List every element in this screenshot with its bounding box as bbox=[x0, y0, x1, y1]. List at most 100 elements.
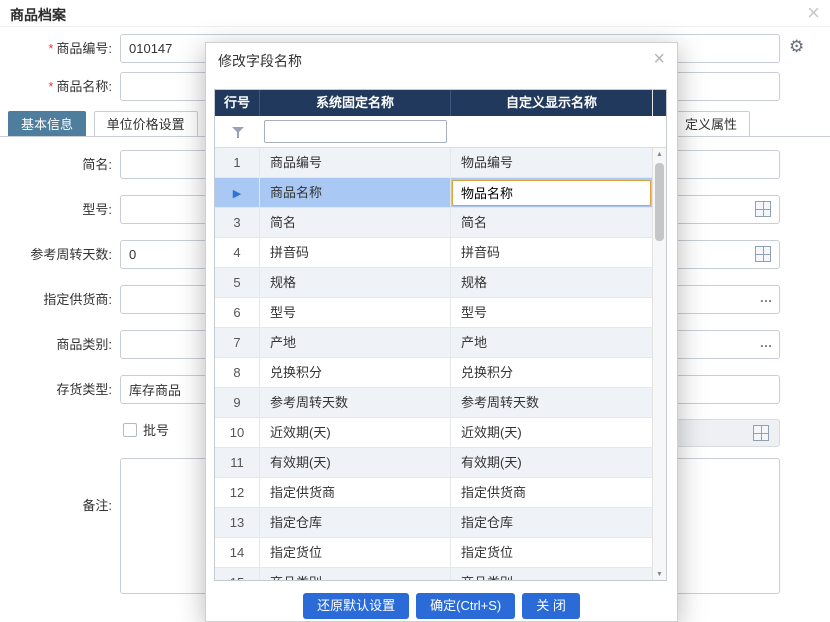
table-row[interactable]: 13指定仓库指定仓库 bbox=[215, 508, 652, 538]
dialog-buttons: 还原默认设置 确定(Ctrl+S) 关 闭 bbox=[206, 593, 677, 619]
dialog-close-icon[interactable]: × bbox=[653, 48, 665, 71]
custom-name-cell[interactable]: 参考周转天数 bbox=[451, 388, 652, 417]
system-name-cell: 规格 bbox=[260, 268, 451, 297]
row-number: 13 bbox=[215, 508, 260, 537]
table-row[interactable]: 15商品类别商品类别 bbox=[215, 568, 652, 581]
system-name-cell: 简名 bbox=[260, 208, 451, 237]
table-scrollbar[interactable]: ▲ ▼ bbox=[652, 148, 666, 581]
table-row[interactable]: 9参考周转天数参考周转天数 bbox=[215, 388, 652, 418]
batch-picker-grid-icon[interactable] bbox=[753, 425, 769, 441]
system-name-cell: 近效期(天) bbox=[260, 418, 451, 447]
system-name-cell: 指定供货商 bbox=[260, 478, 451, 507]
title-divider bbox=[0, 26, 830, 27]
product-name-label: *商品名称: bbox=[0, 72, 112, 101]
row-number: 10 bbox=[215, 418, 260, 447]
row-number: 15 bbox=[215, 568, 260, 581]
system-name-cell: 产地 bbox=[260, 328, 451, 357]
custom-name-cell[interactable]: 产地 bbox=[451, 328, 652, 357]
system-name-cell: 型号 bbox=[260, 298, 451, 327]
row-number: 12 bbox=[215, 478, 260, 507]
custom-name-cell[interactable]: 型号 bbox=[451, 298, 652, 327]
gear-icon[interactable]: ⚙ bbox=[789, 37, 804, 57]
ok-button[interactable]: 确定(Ctrl+S) bbox=[416, 593, 515, 619]
turnover-days-label: 参考周转天数: bbox=[0, 240, 112, 269]
remark-label: 备注: bbox=[0, 491, 112, 520]
custom-name-cell[interactable] bbox=[451, 178, 652, 207]
custom-name-cell[interactable]: 近效期(天) bbox=[451, 418, 652, 447]
custom-name-cell[interactable]: 有效期(天) bbox=[451, 448, 652, 477]
custom-name-cell[interactable]: 指定货位 bbox=[451, 538, 652, 567]
category-ellipsis-icon[interactable]: … bbox=[757, 330, 775, 359]
batch-number-label: 批号 bbox=[143, 416, 169, 445]
system-name-cell: 拼音码 bbox=[260, 238, 451, 267]
short-name-label: 简名: bbox=[0, 150, 112, 179]
scrollbar-thumb[interactable] bbox=[655, 163, 664, 241]
field-table-body: 1商品编号物品编号▶商品名称3简名简名4拼音码拼音码5规格规格6型号型号7产地产… bbox=[215, 148, 652, 581]
row-number: 3 bbox=[215, 208, 260, 237]
row-number: 9 bbox=[215, 388, 260, 417]
row-number: 6 bbox=[215, 298, 260, 327]
custom-name-cell[interactable]: 规格 bbox=[451, 268, 652, 297]
system-name-cell: 有效期(天) bbox=[260, 448, 451, 477]
system-name-cell: 商品类别 bbox=[260, 568, 451, 581]
row-number: 1 bbox=[215, 148, 260, 177]
field-table: 行号 系统固定名称 自定义显示名称 1商品编号物品编号▶商品名称3简名简名4拼音… bbox=[214, 89, 667, 581]
system-name-cell: 商品编号 bbox=[260, 148, 451, 177]
table-row[interactable]: 8兑换积分兑换积分 bbox=[215, 358, 652, 388]
table-row[interactable]: ▶商品名称 bbox=[215, 178, 652, 208]
table-header: 行号 系统固定名称 自定义显示名称 bbox=[215, 90, 666, 116]
system-name-cell: 指定货位 bbox=[260, 538, 451, 567]
current-row-arrow-icon: ▶ bbox=[215, 178, 260, 207]
modify-field-names-dialog: 修改字段名称 × 行号 系统固定名称 自定义显示名称 1商品编号物品编号▶商品名… bbox=[205, 42, 678, 622]
row-number: 14 bbox=[215, 538, 260, 567]
custom-name-cell[interactable]: 兑换积分 bbox=[451, 358, 652, 387]
row-number: 4 bbox=[215, 238, 260, 267]
row-number: 5 bbox=[215, 268, 260, 297]
custom-name-cell[interactable]: 物品编号 bbox=[451, 148, 652, 177]
custom-name-edit-input[interactable] bbox=[452, 180, 651, 206]
table-row[interactable]: 3简名简名 bbox=[215, 208, 652, 238]
custom-name-cell[interactable]: 指定供货商 bbox=[451, 478, 652, 507]
table-row[interactable]: 14指定货位指定货位 bbox=[215, 538, 652, 568]
table-row[interactable]: 1商品编号物品编号 bbox=[215, 148, 652, 178]
row-number: 11 bbox=[215, 448, 260, 477]
table-row[interactable]: 7产地产地 bbox=[215, 328, 652, 358]
table-row[interactable]: 6型号型号 bbox=[215, 298, 652, 328]
system-name-cell: 指定仓库 bbox=[260, 508, 451, 537]
column-header-system-name: 系统固定名称 bbox=[260, 90, 451, 116]
dialog-title: 修改字段名称 bbox=[218, 43, 302, 79]
supplier-label: 指定供货商: bbox=[0, 285, 112, 314]
category-label: 商品类别: bbox=[0, 330, 112, 359]
tab-custom-attributes[interactable]: 定义属性 bbox=[672, 111, 750, 136]
scrollbar-down-icon[interactable]: ▼ bbox=[653, 569, 666, 581]
filter-funnel-icon[interactable] bbox=[232, 127, 244, 138]
required-asterisk: * bbox=[48, 79, 53, 94]
custom-name-cell[interactable]: 指定仓库 bbox=[451, 508, 652, 537]
model-picker-grid-icon[interactable] bbox=[755, 201, 771, 217]
table-row[interactable]: 10近效期(天)近效期(天) bbox=[215, 418, 652, 448]
scrollbar-up-icon[interactable]: ▲ bbox=[653, 149, 666, 161]
window-close-icon[interactable]: × bbox=[807, 0, 820, 26]
batch-number-checkbox[interactable] bbox=[123, 423, 137, 437]
supplier-ellipsis-icon[interactable]: … bbox=[757, 285, 775, 314]
custom-name-cell[interactable]: 简名 bbox=[451, 208, 652, 237]
product-archive-window: 商品档案 × *商品编号: ⚙ *商品名称: 基本信息 单位价格设置 更 定义属… bbox=[0, 0, 830, 622]
close-button[interactable]: 关 闭 bbox=[522, 593, 580, 619]
custom-name-cell[interactable]: 商品类别 bbox=[451, 568, 652, 581]
table-row[interactable]: 4拼音码拼音码 bbox=[215, 238, 652, 268]
header-scrollbar-cap bbox=[652, 90, 666, 116]
column-header-custom-name: 自定义显示名称 bbox=[451, 90, 652, 116]
filter-row bbox=[215, 116, 666, 148]
table-row[interactable]: 5规格规格 bbox=[215, 268, 652, 298]
system-name-cell: 兑换积分 bbox=[260, 358, 451, 387]
stock-type-label: 存货类型: bbox=[0, 375, 112, 404]
tab-basic-info[interactable]: 基本信息 bbox=[8, 111, 86, 136]
restore-defaults-button[interactable]: 还原默认设置 bbox=[303, 593, 409, 619]
column-header-row-number: 行号 bbox=[215, 90, 260, 116]
turnover-picker-grid-icon[interactable] bbox=[755, 246, 771, 262]
table-row[interactable]: 11有效期(天)有效期(天) bbox=[215, 448, 652, 478]
tab-unit-price[interactable]: 单位价格设置 bbox=[94, 111, 198, 136]
custom-name-cell[interactable]: 拼音码 bbox=[451, 238, 652, 267]
filter-input[interactable] bbox=[264, 120, 447, 143]
table-row[interactable]: 12指定供货商指定供货商 bbox=[215, 478, 652, 508]
